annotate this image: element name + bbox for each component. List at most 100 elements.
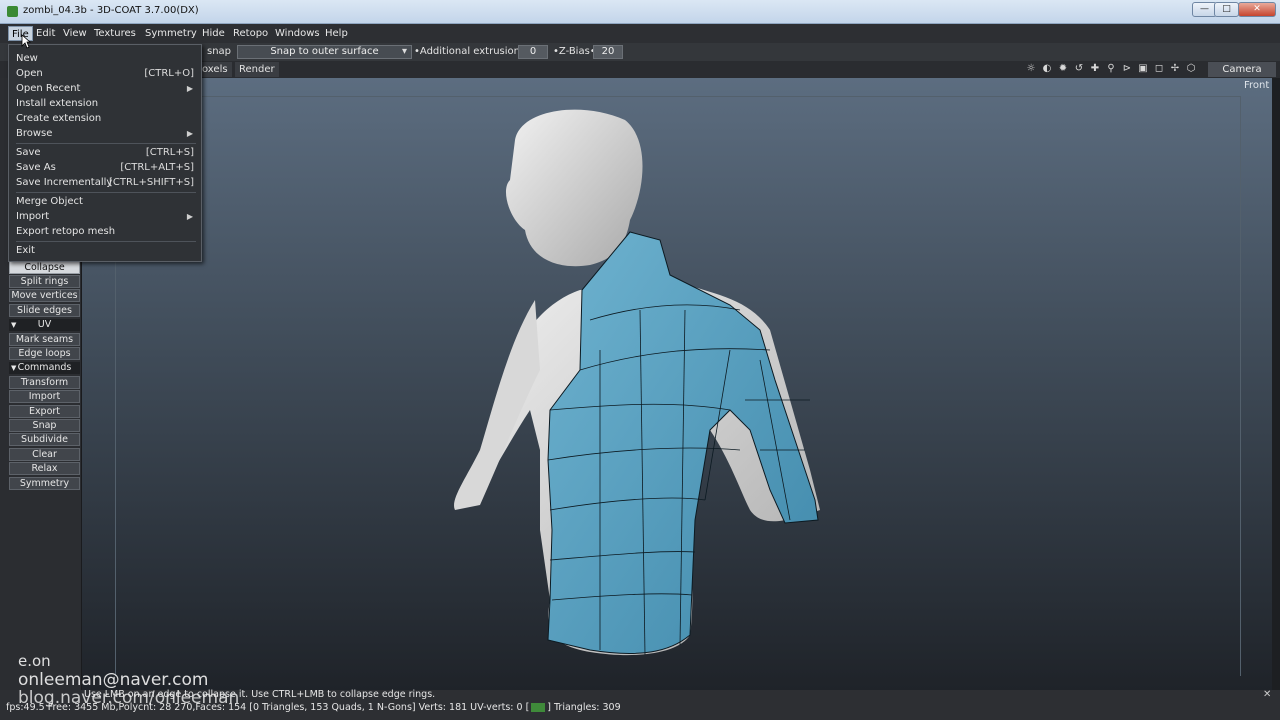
section-uv[interactable]: ▼ UV	[9, 319, 80, 331]
file-menu-merge-object[interactable]: Merge Object	[9, 194, 201, 209]
navigation-icon[interactable]: ✢	[1169, 63, 1181, 75]
watermark-name: e.on	[18, 652, 51, 670]
tool-mark-seams[interactable]: Mark seams	[9, 333, 80, 346]
menu-help[interactable]: Help	[322, 26, 351, 41]
tab-render[interactable]: Render	[235, 62, 279, 77]
chevron-down-icon: ▾	[401, 46, 408, 57]
command-import[interactable]: Import	[9, 390, 80, 403]
file-menu-save-incrementally[interactable]: Save Incrementally [CTRL+SHIFT+S]	[9, 175, 201, 190]
command-clear[interactable]: Clear	[9, 448, 80, 461]
perspective-icon[interactable]: ⊳	[1121, 63, 1133, 75]
sun-icon[interactable]: ✹	[1057, 63, 1069, 75]
snap-mode-dropdown[interactable]: Snap to outer surface ▾	[237, 45, 412, 59]
command-transform[interactable]: Transform	[9, 376, 80, 389]
file-menu-browse-label: Browse	[16, 128, 53, 139]
file-menu-save-label: Save	[16, 147, 41, 158]
file-menu-open[interactable]: Open [CTRL+O]	[9, 66, 201, 81]
command-symmetry[interactable]: Symmetry	[9, 477, 80, 490]
file-menu-save-shortcut: [CTRL+S]	[145, 147, 194, 158]
tool-collapse[interactable]: Collapse	[9, 261, 80, 274]
viewport-toolbar: ☼ ◐ ✹ ↺ ✚ ⚲ ⊳ ▣ ◻ ✢ ⬡	[1025, 63, 1207, 76]
maximize-button[interactable]: □	[1214, 2, 1239, 17]
submenu-arrow-icon: ▶	[186, 84, 193, 93]
snap-mode-value: Snap to outer surface	[270, 46, 379, 57]
file-menu-exit[interactable]: Exit	[9, 243, 201, 258]
file-menu-browse[interactable]: Browse ▶	[9, 126, 201, 141]
file-menu-new[interactable]: New	[9, 51, 201, 66]
file-menu-open-recent-label: Open Recent	[16, 83, 81, 94]
snap-label: snap	[207, 46, 232, 57]
file-menu-save-incrementally-label: Save Incrementally	[16, 177, 113, 188]
additional-extrusion-label: •Additional extrusion•	[414, 46, 526, 57]
file-menu-open-label: Open	[16, 68, 43, 79]
z-bias-input[interactable]: 20	[593, 45, 623, 59]
tool-slide-edges[interactable]: Slide edges	[9, 304, 80, 317]
contrast-icon[interactable]: ◐	[1041, 63, 1053, 75]
file-menu-create-extension-label: Create extension	[16, 113, 102, 124]
zombie-sculpt-model[interactable]	[440, 100, 840, 670]
watermark-email: onleeman@naver.com	[18, 670, 209, 690]
file-menu-open-recent[interactable]: Open Recent ▶	[9, 81, 201, 96]
menu-separator	[16, 143, 196, 144]
menu-hide[interactable]: Hide	[199, 26, 228, 41]
menu-textures[interactable]: Textures	[91, 26, 139, 41]
menu-separator	[16, 192, 196, 193]
section-commands-label: Commands	[17, 362, 72, 373]
command-subdivide[interactable]: Subdivide	[9, 433, 80, 446]
section-commands[interactable]: ▼ Commands	[9, 362, 80, 374]
frame-icon[interactable]: ▣	[1137, 63, 1149, 75]
rotate-icon[interactable]: ↺	[1073, 63, 1085, 75]
tool-split-rings[interactable]: Split rings	[9, 275, 80, 288]
fit-icon[interactable]: ◻	[1153, 63, 1165, 75]
z-bias-label: •Z-Bias•	[553, 46, 596, 57]
close-button[interactable]: ✕	[1238, 2, 1276, 17]
file-menu-dropdown: New Open [CTRL+O] Open Recent ▶ Install ex…	[8, 44, 202, 262]
submenu-arrow-icon: ▶	[186, 212, 193, 221]
file-menu-exit-label: Exit	[16, 245, 35, 256]
menu-symmetry[interactable]: Symmetry	[142, 26, 200, 41]
cube-icon[interactable]: ⬡	[1185, 63, 1197, 75]
watermark-blog: blog.naver.com/onleeman	[18, 688, 240, 708]
tool-edge-loops[interactable]: Edge loops	[9, 347, 80, 360]
file-menu-install-extension[interactable]: Install extension	[9, 96, 201, 111]
file-menu-install-extension-label: Install extension	[16, 98, 99, 109]
viewport-frame-right	[1240, 96, 1241, 676]
menu-view[interactable]: View	[60, 26, 90, 41]
menu-retopo[interactable]: Retopo	[230, 26, 271, 41]
command-snap[interactable]: Snap	[9, 419, 80, 432]
tool-move-vertices[interactable]: Move vertices	[9, 289, 80, 302]
viewport-frame-top	[115, 96, 1240, 97]
file-menu-create-extension[interactable]: Create extension	[9, 111, 201, 126]
command-relax[interactable]: Relax	[9, 462, 80, 475]
file-menu-import-label: Import	[16, 211, 50, 222]
camera-button[interactable]: Camera	[1208, 62, 1276, 77]
file-menu-import[interactable]: Import ▶	[9, 209, 201, 224]
window-title: zombi_04.3b - 3D-COAT 3.7.00(DX)	[23, 5, 199, 16]
submenu-arrow-icon: ▶	[186, 129, 193, 138]
file-menu-save[interactable]: Save [CTRL+S]	[9, 145, 201, 160]
light-icon[interactable]: ☼	[1025, 63, 1037, 75]
tab-voxels[interactable]: oxels	[198, 62, 232, 77]
title-bar: zombi_04.3b - 3D-COAT 3.7.00(DX) — □ ✕	[0, 0, 1280, 24]
file-menu-save-as-shortcut: [CTRL+ALT+S]	[120, 162, 194, 173]
file-menu-save-as-label: Save As	[16, 162, 56, 173]
file-menu-save-as[interactable]: Save As [CTRL+ALT+S]	[9, 160, 201, 175]
zoom-icon[interactable]: ⚲	[1105, 63, 1117, 75]
file-menu-new-label: New	[16, 53, 38, 64]
menu-windows[interactable]: Windows	[272, 26, 323, 41]
command-export[interactable]: Export	[9, 405, 80, 418]
pan-icon[interactable]: ✚	[1089, 63, 1101, 75]
file-menu-save-incrementally-shortcut: [CTRL+SHIFT+S]	[108, 177, 194, 188]
file-menu-export-retopo-mesh-label: Export retopo mesh	[16, 226, 116, 237]
additional-extrusion-input[interactable]: 0	[518, 45, 548, 59]
file-menu-merge-object-label: Merge Object	[16, 196, 83, 207]
stats-triangles: ] Triangles: 309	[547, 702, 621, 713]
file-menu-open-shortcut: [CTRL+O]	[144, 68, 194, 79]
close-icon[interactable]: ✕	[1263, 689, 1271, 700]
menu-edit[interactable]: Edit	[33, 26, 58, 41]
view-label: Front	[1244, 80, 1270, 91]
file-menu-export-retopo-mesh[interactable]: Export retopo mesh	[9, 224, 201, 239]
menu-bar: File Edit View Textures Symmetry Hide Re…	[0, 24, 1280, 43]
app-icon	[7, 6, 18, 17]
mouse-cursor-icon	[21, 34, 31, 49]
